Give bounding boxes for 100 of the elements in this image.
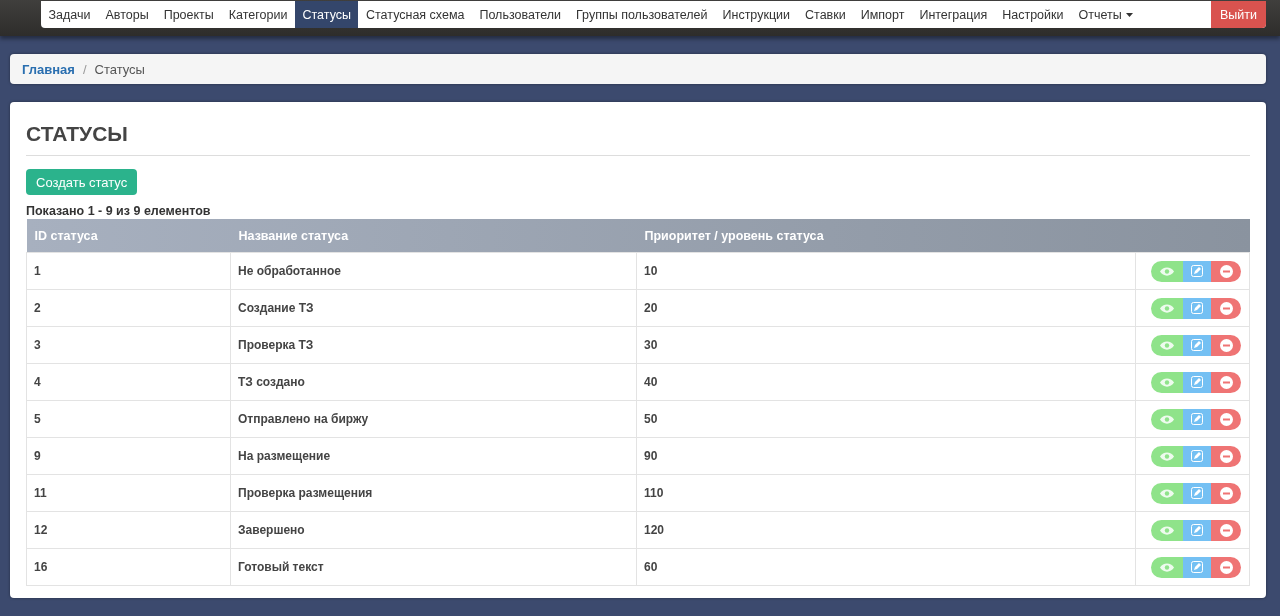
pencil-icon bbox=[1191, 413, 1203, 425]
nav-tab[interactable]: Группы пользователей bbox=[568, 1, 715, 28]
pencil-icon bbox=[1191, 265, 1203, 277]
edit-button[interactable] bbox=[1183, 260, 1211, 282]
minus-circle-icon bbox=[1219, 375, 1233, 389]
pencil-icon bbox=[1191, 339, 1203, 351]
pencil-icon bbox=[1191, 376, 1203, 388]
table-cell: Готовый текст bbox=[238, 560, 324, 574]
nav-tab[interactable]: Проекты bbox=[156, 1, 222, 28]
nav-tab[interactable]: Интеграция bbox=[911, 1, 995, 28]
nav-tab[interactable]: Авторы bbox=[97, 1, 157, 28]
table-cell: 50 bbox=[644, 412, 658, 426]
nav-tab[interactable]: Импорт bbox=[853, 1, 912, 28]
table-cell: Создание ТЗ bbox=[238, 301, 314, 315]
nav-tab[interactable]: Статусная схема bbox=[358, 1, 472, 28]
delete-button[interactable] bbox=[1211, 334, 1241, 356]
view-button[interactable] bbox=[1151, 260, 1183, 282]
nav-tab[interactable]: Пользователи bbox=[471, 1, 569, 28]
table-cell: Не обработанное bbox=[238, 264, 341, 278]
view-button[interactable] bbox=[1151, 445, 1183, 467]
eye-icon bbox=[1160, 340, 1174, 350]
table-cell: 30 bbox=[644, 338, 658, 352]
minus-circle-icon bbox=[1219, 560, 1233, 574]
table-cell: 2 bbox=[34, 301, 41, 315]
table-cell: Проверка размещения bbox=[238, 486, 373, 500]
edit-button[interactable] bbox=[1183, 445, 1211, 467]
nav-tab[interactable]: Категории bbox=[221, 1, 295, 28]
table-cell: На размещение bbox=[238, 449, 331, 463]
table-cell: 110 bbox=[644, 486, 664, 500]
edit-button[interactable] bbox=[1183, 371, 1211, 393]
table-cell: 3 bbox=[34, 338, 41, 352]
minus-circle-icon bbox=[1219, 412, 1233, 426]
nav-tab[interactable]: Ставки bbox=[797, 1, 854, 28]
delete-button[interactable] bbox=[1211, 556, 1241, 578]
table-cell: 120 bbox=[644, 523, 665, 537]
delete-button[interactable] bbox=[1211, 260, 1241, 282]
eye-icon bbox=[1160, 525, 1174, 535]
page-title: СТАТУСЫ bbox=[26, 116, 1250, 156]
table-cell: 12 bbox=[34, 523, 48, 537]
nav-tab[interactable]: Задачи bbox=[41, 1, 98, 28]
delete-button[interactable] bbox=[1211, 519, 1241, 541]
eye-icon bbox=[1160, 266, 1174, 276]
minus-circle-icon bbox=[1219, 523, 1233, 537]
edit-button[interactable] bbox=[1183, 482, 1211, 504]
table-cell: 60 bbox=[644, 560, 658, 574]
view-button[interactable] bbox=[1151, 408, 1183, 430]
edit-button[interactable] bbox=[1183, 556, 1211, 578]
breadcrumb-separator: / bbox=[82, 61, 87, 77]
view-button[interactable] bbox=[1151, 519, 1183, 541]
eye-icon bbox=[1160, 414, 1174, 424]
pencil-icon bbox=[1191, 561, 1203, 573]
minus-circle-icon bbox=[1219, 301, 1233, 315]
view-button[interactable] bbox=[1151, 297, 1183, 319]
nav-tab[interactable]: Статусы bbox=[295, 1, 359, 28]
view-button[interactable] bbox=[1151, 482, 1183, 504]
table-cell: 4 bbox=[34, 375, 41, 389]
delete-button[interactable] bbox=[1211, 408, 1241, 430]
nav-tab[interactable]: Инструкции bbox=[715, 1, 798, 28]
eye-icon bbox=[1160, 451, 1174, 461]
delete-button[interactable] bbox=[1211, 371, 1241, 393]
view-button[interactable] bbox=[1151, 334, 1183, 356]
pencil-icon bbox=[1191, 524, 1203, 536]
pencil-icon bbox=[1191, 487, 1203, 499]
edit-button[interactable] bbox=[1183, 297, 1211, 319]
minus-circle-icon bbox=[1219, 264, 1233, 278]
eye-icon bbox=[1160, 303, 1174, 313]
table-cell: 11 bbox=[34, 486, 47, 500]
edit-button[interactable] bbox=[1183, 408, 1211, 430]
table-cell: 20 bbox=[644, 301, 658, 315]
minus-circle-icon bbox=[1219, 449, 1233, 463]
column-header: ID статуса bbox=[26, 219, 231, 253]
breadcrumb-link[interactable]: Главная bbox=[22, 61, 75, 77]
column-header: Приоритет / уровень статуса bbox=[636, 219, 1136, 253]
edit-button[interactable] bbox=[1183, 519, 1211, 541]
pencil-icon bbox=[1191, 450, 1203, 462]
nav-tab[interactable]: Отчеты bbox=[1071, 1, 1141, 28]
table-cell: ТЗ создано bbox=[238, 375, 305, 389]
delete-button[interactable] bbox=[1211, 482, 1241, 504]
column-header: Название статуса bbox=[230, 219, 637, 253]
minus-circle-icon bbox=[1219, 486, 1233, 500]
table-cell: 9 bbox=[34, 449, 41, 463]
eye-icon bbox=[1160, 488, 1174, 498]
nav-tab[interactable]: Настройки bbox=[994, 1, 1071, 28]
view-button[interactable] bbox=[1151, 556, 1183, 578]
edit-button[interactable] bbox=[1183, 334, 1211, 356]
pencil-icon bbox=[1191, 302, 1203, 314]
table-cell: 1 bbox=[34, 264, 41, 278]
table-cell: Отправлено на биржу bbox=[238, 412, 369, 426]
minus-circle-icon bbox=[1219, 338, 1233, 352]
breadcrumb-current: Статусы bbox=[94, 61, 145, 77]
table-cell: 10 bbox=[644, 264, 658, 278]
eye-icon bbox=[1160, 377, 1174, 387]
view-button[interactable] bbox=[1151, 371, 1183, 393]
delete-button[interactable] bbox=[1211, 297, 1241, 319]
eye-icon bbox=[1160, 562, 1174, 572]
table-cell: Завершено bbox=[238, 523, 305, 537]
delete-button[interactable] bbox=[1211, 445, 1241, 467]
summary-text: Показано 1 - 9 из 9 елементов bbox=[26, 204, 212, 218]
table-cell: 40 bbox=[644, 375, 658, 389]
nav-tab[interactable]: Выйти bbox=[1211, 1, 1266, 28]
